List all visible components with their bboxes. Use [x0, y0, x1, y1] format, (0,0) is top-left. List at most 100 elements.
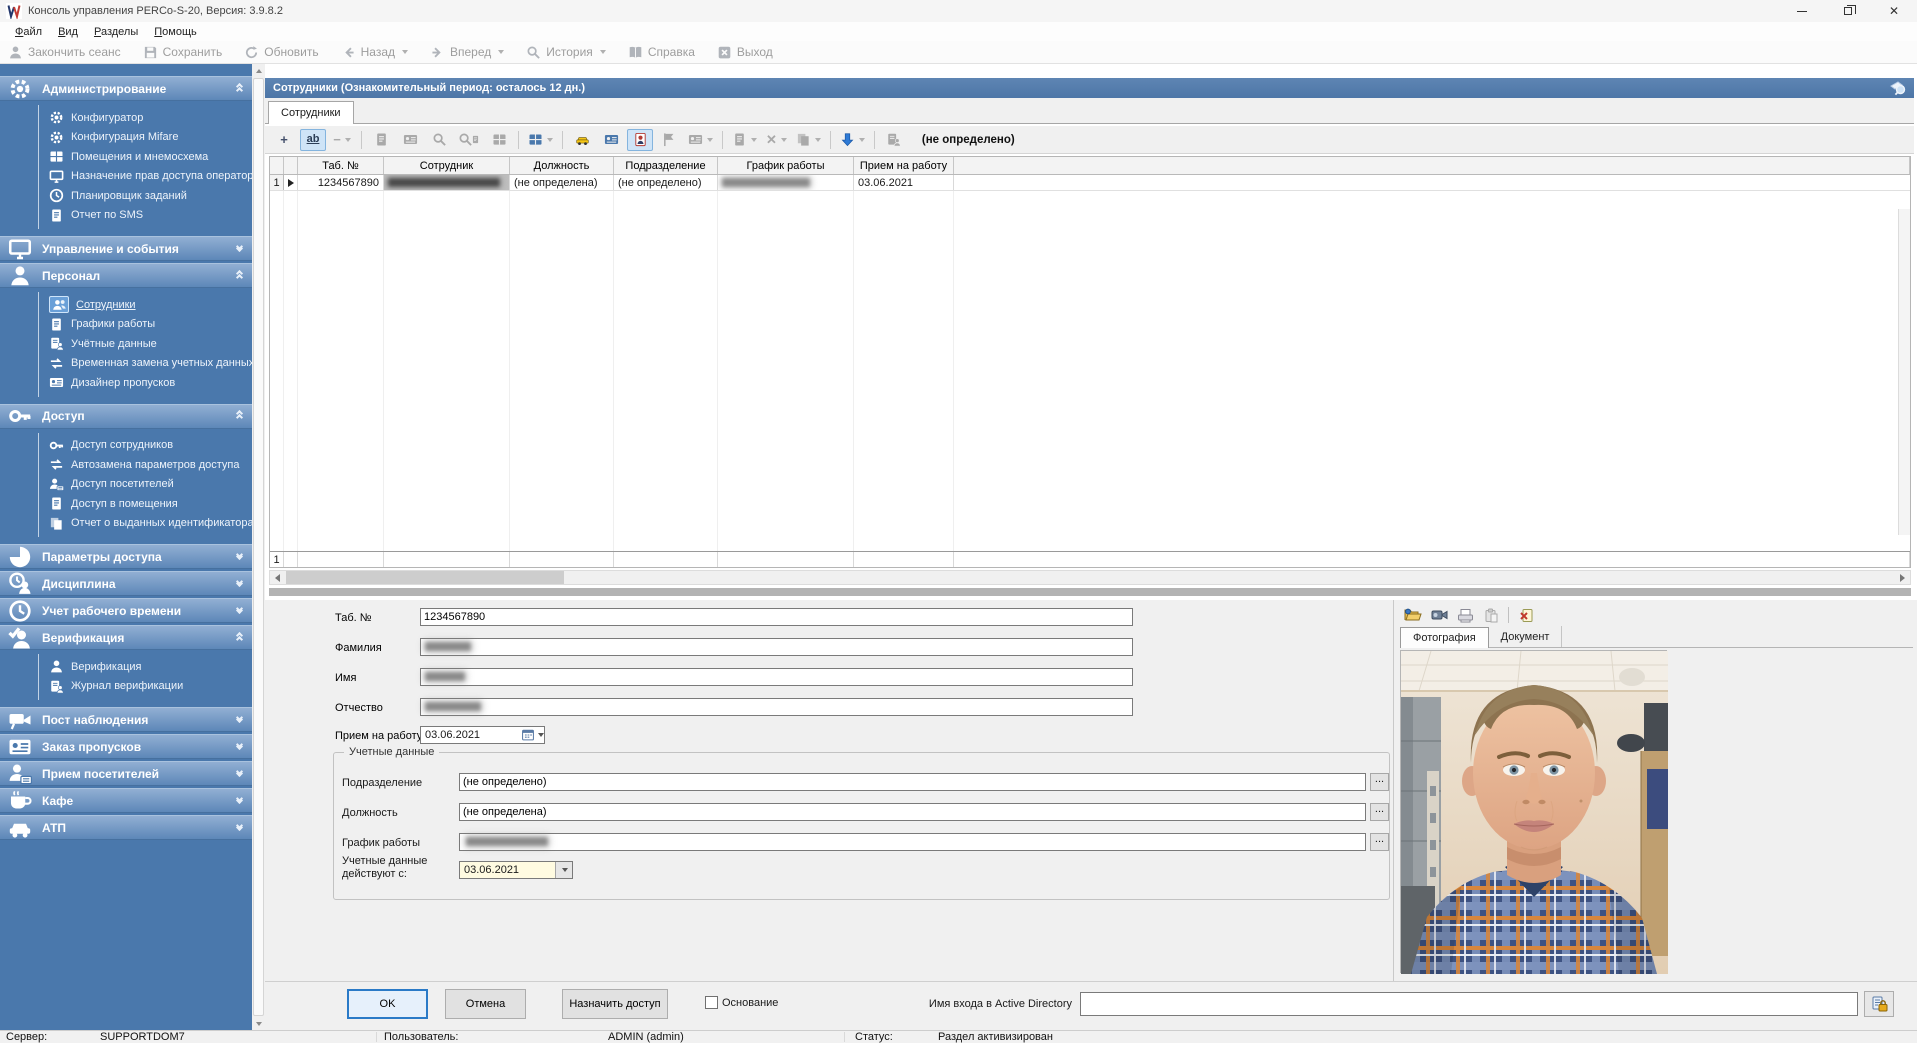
close-button[interactable]: ✕ [1871, 0, 1917, 22]
edit-text-button[interactable]: ab [300, 129, 326, 151]
name-field[interactable] [420, 668, 1133, 686]
column-header-employee[interactable]: Сотрудник [384, 157, 510, 174]
grid-horizontal-scrollbar[interactable] [269, 570, 1911, 585]
reason-checkbox[interactable] [705, 996, 718, 1009]
back-button[interactable]: Назад [341, 45, 408, 60]
schedule-browse-button[interactable]: ... [1370, 833, 1389, 851]
sidebar-item-account-data[interactable]: Учётные данные [49, 334, 252, 354]
sidebar-item-sms-report[interactable]: Отчет по SMS [49, 206, 252, 226]
sidebar-section-surveillance[interactable]: Пост наблюдения [0, 707, 252, 732]
export-button[interactable] [729, 129, 760, 151]
tab-employees[interactable]: Сотрудники [268, 101, 354, 124]
end-session-button[interactable]: Закончить сеанс [8, 45, 121, 60]
table-settings-button[interactable] [525, 129, 556, 151]
panel-splitter[interactable] [269, 588, 1911, 596]
tab-photo[interactable]: Фотография [1400, 627, 1489, 648]
sidebar-item-auto-replace-access[interactable]: Автозамена параметров доступа [49, 455, 252, 475]
menu-sections[interactable]: Разделы [87, 24, 145, 40]
grid-empty-body[interactable] [270, 191, 1910, 551]
calendar-button[interactable] [520, 727, 544, 743]
section-help-icon[interactable] [1888, 80, 1906, 96]
badge-template-button[interactable] [685, 129, 716, 151]
card-view-button[interactable] [397, 129, 423, 151]
sidebar-section-time-tracking[interactable]: Учет рабочего времени [0, 598, 252, 623]
sidebar-section-visitor-reception[interactable]: Прием посетителей [0, 761, 252, 786]
sidebar-item-task-scheduler[interactable]: Планировщик заданий [49, 186, 252, 206]
column-header-tab-no[interactable]: Таб. № [298, 157, 384, 174]
cancel-button[interactable]: Отмена [445, 989, 526, 1019]
load-photo-button[interactable] [1402, 605, 1424, 625]
refresh-button[interactable]: Обновить [244, 45, 318, 60]
delete-record-button[interactable]: − [329, 129, 355, 151]
sidebar-item-badge-designer[interactable]: Дизайнер пропусков [49, 373, 252, 393]
position-browse-button[interactable]: ... [1370, 803, 1389, 821]
delete-x-button[interactable]: ✕ [763, 129, 790, 151]
sidebar-item-employee-access[interactable]: Доступ сотрудников [49, 436, 252, 456]
hire-date-field[interactable]: 03.06.2021 [420, 726, 545, 744]
forward-button[interactable]: Вперед [430, 45, 504, 60]
menu-view[interactable]: Вид [51, 24, 85, 40]
tab-document[interactable]: Документ [1489, 626, 1563, 647]
scroll-down-button[interactable] [252, 1017, 265, 1030]
sidebar-item-employees[interactable]: Сотрудники [49, 295, 252, 315]
sidebar-scrollbar[interactable] [252, 64, 265, 1030]
department-field[interactable] [459, 773, 1366, 791]
column-header-schedule[interactable]: График работы [718, 157, 854, 174]
sidebar-item-visitor-access[interactable]: Доступ посетителей [49, 475, 252, 495]
edit-grid-button[interactable] [486, 129, 512, 151]
table-row[interactable]: 1 1234567890 (не определена) (не определ… [270, 175, 1910, 191]
sidebar-item-rooms-mnemonic[interactable]: Помещения и мнемосхема [49, 147, 252, 167]
column-header-hire-date[interactable]: Прием на работу [854, 157, 954, 174]
scan-button[interactable] [1454, 605, 1476, 625]
access-template-combo[interactable]: (не определено) [922, 134, 1015, 146]
column-header-position[interactable]: Должность [510, 157, 614, 174]
sidebar-section-access[interactable]: Доступ [0, 404, 252, 429]
minimize-button[interactable] [1779, 0, 1825, 22]
sidebar-section-cafe[interactable]: Кафе [0, 788, 252, 813]
schedule-field[interactable] [459, 833, 1366, 851]
position-field[interactable] [459, 803, 1366, 821]
person-doc-button[interactable] [881, 129, 907, 151]
valid-from-dropdown-button[interactable] [555, 862, 572, 878]
scroll-left-button[interactable] [270, 571, 285, 584]
card-assign-button[interactable] [598, 129, 624, 151]
copy-button[interactable] [793, 129, 824, 151]
scrollbar-thumb[interactable] [253, 78, 264, 1016]
exit-button[interactable]: Выход [717, 45, 773, 60]
sidebar-section-verification[interactable]: Верификация [0, 625, 252, 650]
add-record-button[interactable]: + [271, 129, 297, 151]
surname-field[interactable] [420, 638, 1133, 656]
flag-button[interactable] [656, 129, 682, 151]
sidebar-section-discipline[interactable]: Дисциплина [0, 571, 252, 596]
paste-photo-button[interactable] [1480, 605, 1502, 625]
employee-badge-button[interactable] [627, 129, 653, 151]
cell-hire-date[interactable]: 03.06.2021 [854, 175, 954, 190]
save-button[interactable]: Сохранить [143, 45, 223, 60]
sidebar-item-room-access[interactable]: Доступ в помещения [49, 494, 252, 514]
sidebar-item-verification-log[interactable]: Журнал верификации [49, 677, 252, 697]
assign-access-button[interactable]: Назначить доступ [562, 989, 668, 1019]
valid-from-field[interactable]: 03.06.2021 [459, 861, 573, 879]
help-button[interactable]: Справка [628, 45, 695, 60]
patronymic-field[interactable] [420, 698, 1133, 716]
tab-no-field[interactable] [420, 608, 1133, 626]
sidebar-item-verification[interactable]: Верификация [49, 657, 252, 677]
scroll-up-button[interactable] [252, 64, 265, 77]
scroll-right-button[interactable] [1895, 571, 1910, 584]
cell-tab-no[interactable]: 1234567890 [298, 175, 384, 190]
ad-login-field[interactable] [1080, 992, 1858, 1016]
ad-lock-button[interactable] [1864, 991, 1894, 1017]
grid-vertical-scrollbar[interactable] [1898, 209, 1910, 535]
sidebar-section-badge-order[interactable]: Заказ пропусков [0, 734, 252, 759]
menu-file[interactable]: Файл [8, 24, 49, 40]
sidebar-section-personnel[interactable]: Персонал [0, 263, 252, 288]
sidebar-section-atp[interactable]: АТП [0, 815, 252, 840]
cell-employee-redacted[interactable] [384, 175, 510, 190]
cell-schedule-redacted[interactable] [718, 175, 854, 190]
history-button[interactable]: История [526, 45, 606, 60]
properties-button[interactable] [368, 129, 394, 151]
cell-position[interactable]: (не определена) [510, 175, 614, 190]
sidebar-section-access-params[interactable]: Параметры доступа [0, 544, 252, 569]
delete-photo-button[interactable] [1515, 605, 1537, 625]
scrollbar-thumb[interactable] [286, 571, 564, 584]
